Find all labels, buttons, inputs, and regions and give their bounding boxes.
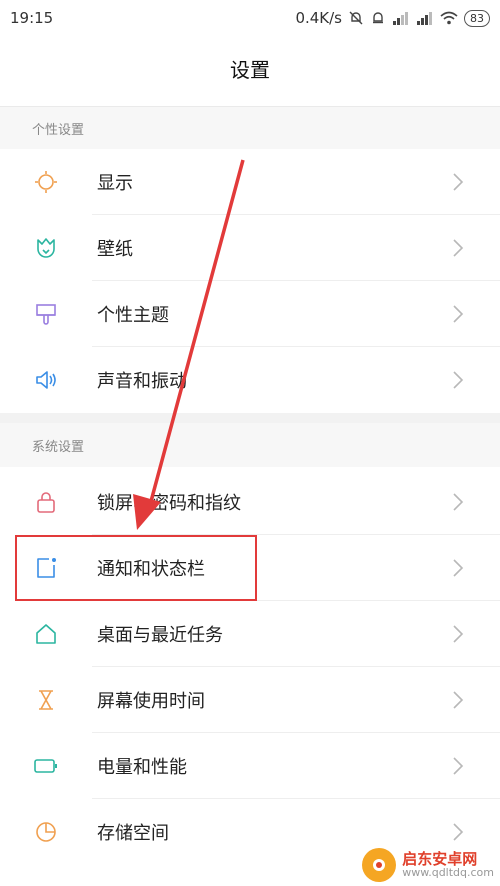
settings-item-label: 壁纸 (97, 239, 133, 260)
wifi-icon (440, 11, 458, 25)
chevron-right-icon (453, 823, 464, 841)
watermark-logo-icon (362, 848, 397, 882)
chevron-right-icon (453, 691, 464, 709)
settings-item-label: 电量和性能 (97, 757, 187, 778)
chevron-right-icon (453, 757, 464, 775)
settings-item-sound[interactable]: 声音和振动 (0, 347, 500, 413)
settings-item-label: 显示 (97, 173, 133, 194)
sun-icon (35, 171, 57, 193)
watermark-name: 启东安卓网 (402, 849, 478, 868)
mute-bell-icon (349, 11, 363, 25)
section-header-personal: 个性设置 (0, 107, 500, 149)
watermark-url: www.qdltdq.com (402, 866, 494, 880)
tulip-icon (37, 238, 55, 258)
brush-icon (36, 304, 56, 325)
battery-indicator: 83 (464, 9, 490, 27)
settings-item-label: 声音和振动 (97, 371, 187, 392)
settings-item-display[interactable]: 显示 (0, 149, 500, 215)
chevron-right-icon (453, 559, 464, 577)
network-speed: 0.4K/s (295, 9, 342, 27)
settings-item-screen-time[interactable]: 屏幕使用时间 (0, 667, 500, 733)
pie-chart-icon (36, 822, 56, 842)
settings-item-lockscreen[interactable]: 锁屏、密码和指纹 (0, 469, 500, 535)
hourglass-icon (39, 690, 53, 710)
settings-item-label: 屏幕使用时间 (97, 691, 205, 712)
chevron-right-icon (453, 173, 464, 191)
chevron-right-icon (453, 305, 464, 323)
status-bar: 19:15 0.4K/s 83 (0, 0, 500, 36)
home-icon (36, 624, 56, 644)
status-time: 19:15 (10, 9, 54, 27)
settings-item-home-screen[interactable]: 桌面与最近任务 (0, 601, 500, 667)
status-icons: 0.4K/s 83 (295, 9, 490, 27)
chevron-right-icon (453, 493, 464, 511)
chevron-right-icon (453, 239, 464, 257)
section-header-label: 系统设置 (32, 439, 85, 455)
settings-item-label: 通知和状态栏 (97, 559, 205, 580)
battery-icon (34, 759, 57, 773)
section-header-system: 系统设置 (0, 423, 500, 467)
settings-item-theme[interactable]: 个性主题 (0, 281, 500, 347)
settings-item-wallpaper[interactable]: 壁纸 (0, 215, 500, 281)
lock-icon (37, 492, 55, 513)
settings-item-battery[interactable]: 电量和性能 (0, 733, 500, 799)
settings-item-label: 桌面与最近任务 (97, 625, 223, 646)
bell-icon (373, 12, 383, 24)
chevron-right-icon (453, 371, 464, 389)
chevron-right-icon (453, 625, 464, 643)
notification-icon (37, 558, 56, 578)
watermark: 启东安卓网 www.qdltdq.com (362, 848, 494, 882)
speaker-icon (36, 371, 56, 389)
signal-icon-2 (417, 12, 432, 25)
page-title: 设置 (230, 58, 270, 82)
settings-item-label: 存储空间 (97, 823, 169, 844)
settings-item-label: 锁屏、密码和指纹 (97, 493, 241, 514)
section-gap (0, 413, 500, 423)
settings-item-notifications[interactable]: 通知和状态栏 (0, 535, 500, 601)
section-header-label: 个性设置 (32, 122, 85, 138)
settings-item-label: 个性主题 (97, 305, 169, 326)
signal-icon (393, 12, 408, 25)
